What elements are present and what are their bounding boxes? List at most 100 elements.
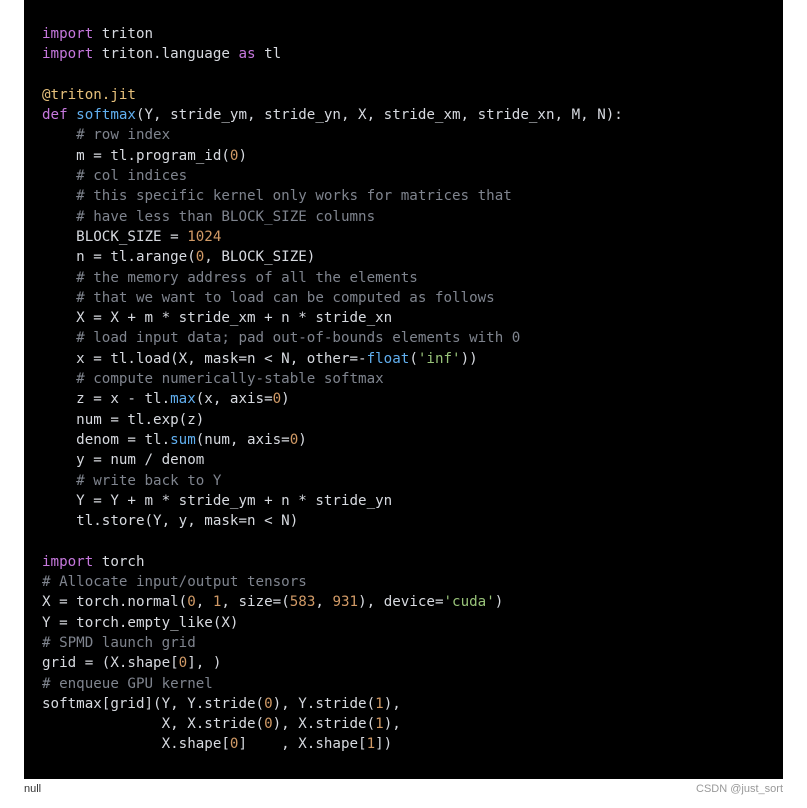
token-default: x = tl.load(X, mask=n < N, other=- (42, 351, 367, 367)
code-block: import tritonimport triton.language as t… (24, 0, 783, 779)
token-fn: softmax (76, 107, 136, 123)
code-line: def softmax(Y, stride_ym, stride_yn, X, … (42, 105, 765, 125)
code-line: # the memory address of all the elements (42, 268, 765, 288)
code-line: Y = torch.empty_like(X) (42, 613, 765, 633)
code-line: # that we want to load can be computed a… (42, 288, 765, 308)
code-line: z = x - tl.max(x, axis=0) (42, 389, 765, 409)
token-call: max (170, 391, 196, 407)
token-default: tl (256, 46, 282, 62)
token-default (42, 290, 76, 306)
code-line: # have less than BLOCK_SIZE columns (42, 207, 765, 227)
token-default: Y = torch.empty_like(X) (42, 615, 238, 631)
token-num: 0 (196, 249, 205, 265)
token-default: num = tl.exp(z) (42, 412, 204, 428)
token-num: 0 (179, 655, 188, 671)
token-comment: # row index (76, 127, 170, 143)
code-line: X = torch.normal(0, 1, size=(583, 931), … (42, 592, 765, 612)
code-line: @triton.jit (42, 85, 765, 105)
code-line: grid = (X.shape[0], ) (42, 653, 765, 673)
token-num: 1 (375, 716, 384, 732)
token-default (42, 127, 76, 143)
token-fn: float (367, 351, 410, 367)
token-default: ), device= (358, 594, 443, 610)
token-default: BLOCK_SIZE = (42, 229, 187, 245)
code-line: softmax[grid](Y, Y.stride(0), Y.stride(1… (42, 694, 765, 714)
token-comment: # load input data; pad out-of-bounds ele… (76, 330, 520, 346)
token-default: ], ) (187, 655, 221, 671)
code-line: X = X + m * stride_xm + n * stride_xn (42, 308, 765, 328)
token-default: ]) (375, 736, 392, 752)
token-default: )) (461, 351, 478, 367)
code-line: import torch (42, 552, 765, 572)
token-default: , (315, 594, 332, 610)
token-default: triton (93, 26, 153, 42)
token-default: y = num / denom (42, 452, 204, 468)
token-default: torch (93, 554, 144, 570)
token-comment: # enqueue GPU kernel (42, 676, 213, 692)
token-num: 0 (290, 432, 299, 448)
token-dec: @triton.jit (42, 87, 136, 103)
token-default: ( (409, 351, 418, 367)
token-default (42, 473, 76, 489)
token-num: 0 (264, 716, 273, 732)
caption-right: CSDN @just_sort (696, 783, 783, 795)
code-line: denom = tl.sum(num, axis=0) (42, 430, 765, 450)
code-line: x = tl.load(X, mask=n < N, other=-float(… (42, 349, 765, 369)
token-default: , BLOCK_SIZE) (204, 249, 315, 265)
token-default: ] , X.shape[ (238, 736, 366, 752)
code-line: # write back to Y (42, 471, 765, 491)
token-default (42, 330, 76, 346)
token-default: X, X.stride( (42, 716, 264, 732)
token-default: ), X.stride( (273, 716, 376, 732)
caption-bar: null CSDN @just_sort (24, 783, 783, 795)
token-num: 0 (264, 696, 273, 712)
token-comment: # the memory address of all the elements (76, 270, 418, 286)
token-comment: # SPMD launch grid (42, 635, 196, 651)
code-line: # row index (42, 125, 765, 145)
token-num: 1 (367, 736, 376, 752)
code-line: m = tl.program_id(0) (42, 146, 765, 166)
token-str: 'inf' (418, 351, 461, 367)
token-default: m = tl.program_id( (42, 148, 230, 164)
token-num: 0 (273, 391, 282, 407)
token-default: z = x - tl. (42, 391, 170, 407)
code-line: num = tl.exp(z) (42, 410, 765, 430)
token-comment: # that we want to load can be computed a… (76, 290, 495, 306)
token-default: X = X + m * stride_xm + n * stride_xn (42, 310, 392, 326)
token-default (42, 168, 76, 184)
token-call: sum (170, 432, 196, 448)
token-default: ) (281, 391, 290, 407)
token-kw: def (42, 107, 76, 123)
code-line: import triton.language as tl (42, 44, 765, 64)
code-line: # this specific kernel only works for ma… (42, 186, 765, 206)
code-line: X, X.stride(0), X.stride(1), (42, 714, 765, 734)
token-default: grid = (X.shape[ (42, 655, 179, 671)
token-num: 583 (290, 594, 316, 610)
code-line: # Allocate input/output tensors (42, 572, 765, 592)
token-default: (x, axis= (196, 391, 273, 407)
token-kw: import (42, 26, 93, 42)
token-kw: import (42, 554, 93, 570)
token-kw: import (42, 46, 93, 62)
token-default (42, 270, 76, 286)
token-default: (Y, stride_ym, stride_yn, X, stride_xm, … (136, 107, 623, 123)
token-default (42, 188, 76, 204)
token-default (42, 209, 76, 225)
token-kw: as (238, 46, 255, 62)
code-line: BLOCK_SIZE = 1024 (42, 227, 765, 247)
token-num: 1 (375, 696, 384, 712)
token-default: n = tl.arange( (42, 249, 196, 265)
caption-left: null (24, 783, 41, 795)
token-comment: # write back to Y (76, 473, 221, 489)
token-default: ) (238, 148, 247, 164)
token-comment: # this specific kernel only works for ma… (76, 188, 512, 204)
token-str: 'cuda' (444, 594, 495, 610)
code-line: y = num / denom (42, 450, 765, 470)
code-line (42, 531, 765, 551)
token-default: (num, axis= (196, 432, 290, 448)
token-default (42, 371, 76, 387)
token-default: , size=( (221, 594, 289, 610)
token-comment: # col indices (76, 168, 187, 184)
token-default: triton.language (93, 46, 238, 62)
token-default: softmax[grid](Y, Y.stride( (42, 696, 264, 712)
